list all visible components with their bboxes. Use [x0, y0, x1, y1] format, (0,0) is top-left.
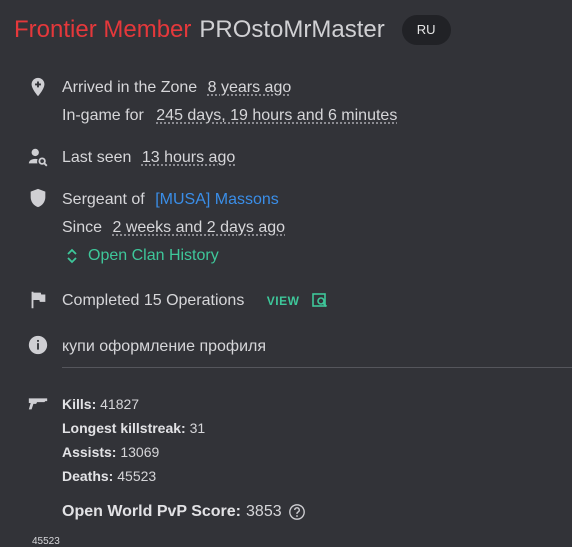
clan-row: Sergeant of [MUSA] Massons — [62, 191, 279, 209]
username: PROstoMrMaster — [199, 16, 384, 44]
clan-link[interactable]: [MUSA] Massons — [155, 191, 279, 208]
operations-row: Completed 15 Operations VIEW — [62, 292, 328, 310]
view-operations-link[interactable]: VIEW — [267, 294, 300, 308]
arrived-row: Arrived in the Zone 8 years ago — [62, 79, 291, 97]
shield-icon — [27, 187, 49, 209]
open-clan-history-label: Open Clan History — [88, 247, 219, 265]
arrived-label: Arrived in the Zone — [62, 79, 197, 96]
deaths-stat: Deaths: 45523 — [62, 468, 156, 484]
since-row: Since 2 weeks and 2 days ago — [62, 219, 285, 237]
region-badge: RU — [402, 15, 451, 45]
pvp-score-value: 3853 — [246, 503, 282, 521]
kills-value: 41827 — [100, 396, 139, 412]
deaths-label: Deaths: — [62, 468, 113, 484]
view-search-icon[interactable] — [312, 292, 328, 308]
divider — [62, 367, 572, 368]
lastseen-label: Last seen — [62, 149, 131, 166]
help-circle-icon[interactable] — [288, 503, 306, 521]
pvp-score: Open World PvP Score: 3853 — [62, 503, 306, 521]
open-clan-history-button[interactable]: Open Clan History — [62, 247, 219, 265]
lastseen-row: Last seen 13 hours ago — [62, 149, 235, 167]
operations-label: Completed 15 Operations — [62, 292, 244, 309]
ingame-label: In-game for — [62, 107, 144, 124]
profile-status: купи оформление профиля — [62, 338, 266, 356]
killstreak-label: Longest killstreak: — [62, 420, 186, 436]
arrived-value[interactable]: 8 years ago — [208, 79, 292, 96]
info-icon — [27, 334, 49, 356]
since-value[interactable]: 2 weeks and 2 days ago — [112, 219, 285, 236]
person-search-icon — [27, 146, 49, 168]
ingame-value[interactable]: 245 days, 19 hours and 6 minutes — [156, 107, 397, 124]
since-label: Since — [62, 219, 102, 236]
killstreak-value: 31 — [190, 420, 206, 436]
profile-header: Frontier Member PROstoMrMaster RU — [14, 14, 451, 46]
sergeant-label: Sergeant of — [62, 191, 145, 208]
deaths-value: 45523 — [117, 468, 156, 484]
gun-icon — [26, 392, 50, 414]
assists-label: Assists: — [62, 444, 116, 460]
ingame-row: In-game for 245 days, 19 hours and 6 min… — [62, 107, 397, 125]
flag-icon — [27, 289, 49, 311]
member-rank: Frontier Member — [14, 16, 191, 44]
kills-stat: Kills: 41827 — [62, 396, 139, 412]
lastseen-value[interactable]: 13 hours ago — [142, 149, 235, 166]
chevron-up-down-icon — [66, 248, 78, 264]
assists-stat: Assists: 13069 — [62, 444, 159, 460]
killstreak-stat: Longest killstreak: 31 — [62, 420, 205, 436]
pvp-score-label: Open World PvP Score: — [62, 503, 241, 521]
kills-label: Kills: — [62, 396, 96, 412]
map-pin-plus-icon — [27, 76, 49, 98]
assists-value: 13069 — [120, 444, 159, 460]
